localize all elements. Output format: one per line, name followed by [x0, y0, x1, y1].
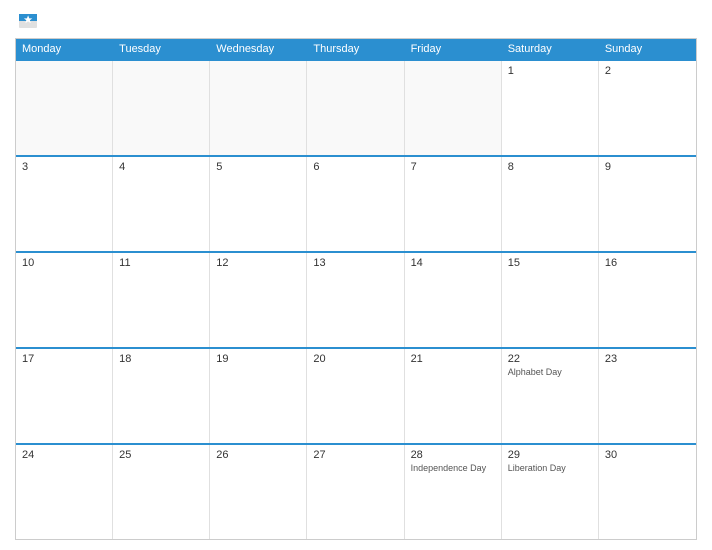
holiday-label: Liberation Day [508, 463, 592, 474]
day-cell [210, 61, 307, 155]
holiday-label: Alphabet Day [508, 367, 592, 378]
day-number: 15 [508, 257, 592, 269]
day-cell: 17 [16, 349, 113, 443]
day-number: 28 [411, 449, 495, 461]
day-cell: 13 [307, 253, 404, 347]
day-number: 22 [508, 353, 592, 365]
holiday-label: Independence Day [411, 463, 495, 474]
weekday-monday: Monday [16, 39, 113, 59]
day-number: 8 [508, 161, 592, 173]
day-cell: 27 [307, 445, 404, 539]
day-cell: 16 [599, 253, 696, 347]
day-number: 2 [605, 65, 690, 77]
day-cell: 23 [599, 349, 696, 443]
calendar-page: MondayTuesdayWednesdayThursdayFridaySatu… [0, 0, 712, 550]
day-number: 29 [508, 449, 592, 461]
week-row-5: 24 25 26 27 28 Independence Day 29 Liberation D… [16, 443, 696, 539]
week-row-3: 10 11 12 13 14 15 16 [16, 251, 696, 347]
day-number: 4 [119, 161, 203, 173]
day-cell: 9 [599, 157, 696, 251]
day-cell: 21 [405, 349, 502, 443]
day-number: 6 [313, 161, 397, 173]
day-cell: 4 [113, 157, 210, 251]
weekday-thursday: Thursday [307, 39, 404, 59]
day-number: 26 [216, 449, 300, 461]
day-number: 11 [119, 257, 203, 269]
week-row-4: 17 18 19 20 21 22 Alphabet Day 23 [16, 347, 696, 443]
logo-flag-icon [17, 10, 39, 32]
day-number: 19 [216, 353, 300, 365]
day-number: 27 [313, 449, 397, 461]
day-cell: 22 Alphabet Day [502, 349, 599, 443]
weekday-wednesday: Wednesday [210, 39, 307, 59]
day-cell: 18 [113, 349, 210, 443]
day-number: 23 [605, 353, 690, 365]
calendar-grid: MondayTuesdayWednesdayThursdayFridaySatu… [15, 38, 697, 540]
day-cell: 25 [113, 445, 210, 539]
weekday-saturday: Saturday [502, 39, 599, 59]
day-cell [405, 61, 502, 155]
day-number: 30 [605, 449, 690, 461]
day-number: 7 [411, 161, 495, 173]
day-number: 21 [411, 353, 495, 365]
day-cell: 26 [210, 445, 307, 539]
day-cell [307, 61, 404, 155]
day-cell: 10 [16, 253, 113, 347]
day-number: 12 [216, 257, 300, 269]
day-number: 17 [22, 353, 106, 365]
day-cell: 30 [599, 445, 696, 539]
day-number: 25 [119, 449, 203, 461]
day-cell: 24 [16, 445, 113, 539]
day-number: 18 [119, 353, 203, 365]
day-cell: 28 Independence Day [405, 445, 502, 539]
week-row-1: 12 [16, 59, 696, 155]
day-number: 10 [22, 257, 106, 269]
day-cell: 2 [599, 61, 696, 155]
weeks-container: 12345678910111213141516171819202122Alpha… [16, 59, 696, 539]
day-cell: 11 [113, 253, 210, 347]
day-number: 5 [216, 161, 300, 173]
day-number: 3 [22, 161, 106, 173]
logo [15, 10, 39, 32]
day-cell: 7 [405, 157, 502, 251]
day-number: 14 [411, 257, 495, 269]
weekday-tuesday: Tuesday [113, 39, 210, 59]
day-cell: 29 Liberation Day [502, 445, 599, 539]
day-number: 1 [508, 65, 592, 77]
day-number: 13 [313, 257, 397, 269]
day-number: 9 [605, 161, 690, 173]
day-cell: 1 [502, 61, 599, 155]
week-row-2: 3 4 5 6 7 8 9 [16, 155, 696, 251]
day-number: 20 [313, 353, 397, 365]
day-number: 16 [605, 257, 690, 269]
day-cell: 6 [307, 157, 404, 251]
day-cell [16, 61, 113, 155]
day-cell [113, 61, 210, 155]
day-cell: 12 [210, 253, 307, 347]
day-cell: 15 [502, 253, 599, 347]
day-cell: 14 [405, 253, 502, 347]
day-number: 24 [22, 449, 106, 461]
weekday-friday: Friday [405, 39, 502, 59]
weekday-sunday: Sunday [599, 39, 696, 59]
day-cell: 3 [16, 157, 113, 251]
day-cell: 8 [502, 157, 599, 251]
header [15, 10, 697, 32]
weekdays-row: MondayTuesdayWednesdayThursdayFridaySatu… [16, 39, 696, 59]
day-cell: 5 [210, 157, 307, 251]
day-cell: 19 [210, 349, 307, 443]
day-cell: 20 [307, 349, 404, 443]
